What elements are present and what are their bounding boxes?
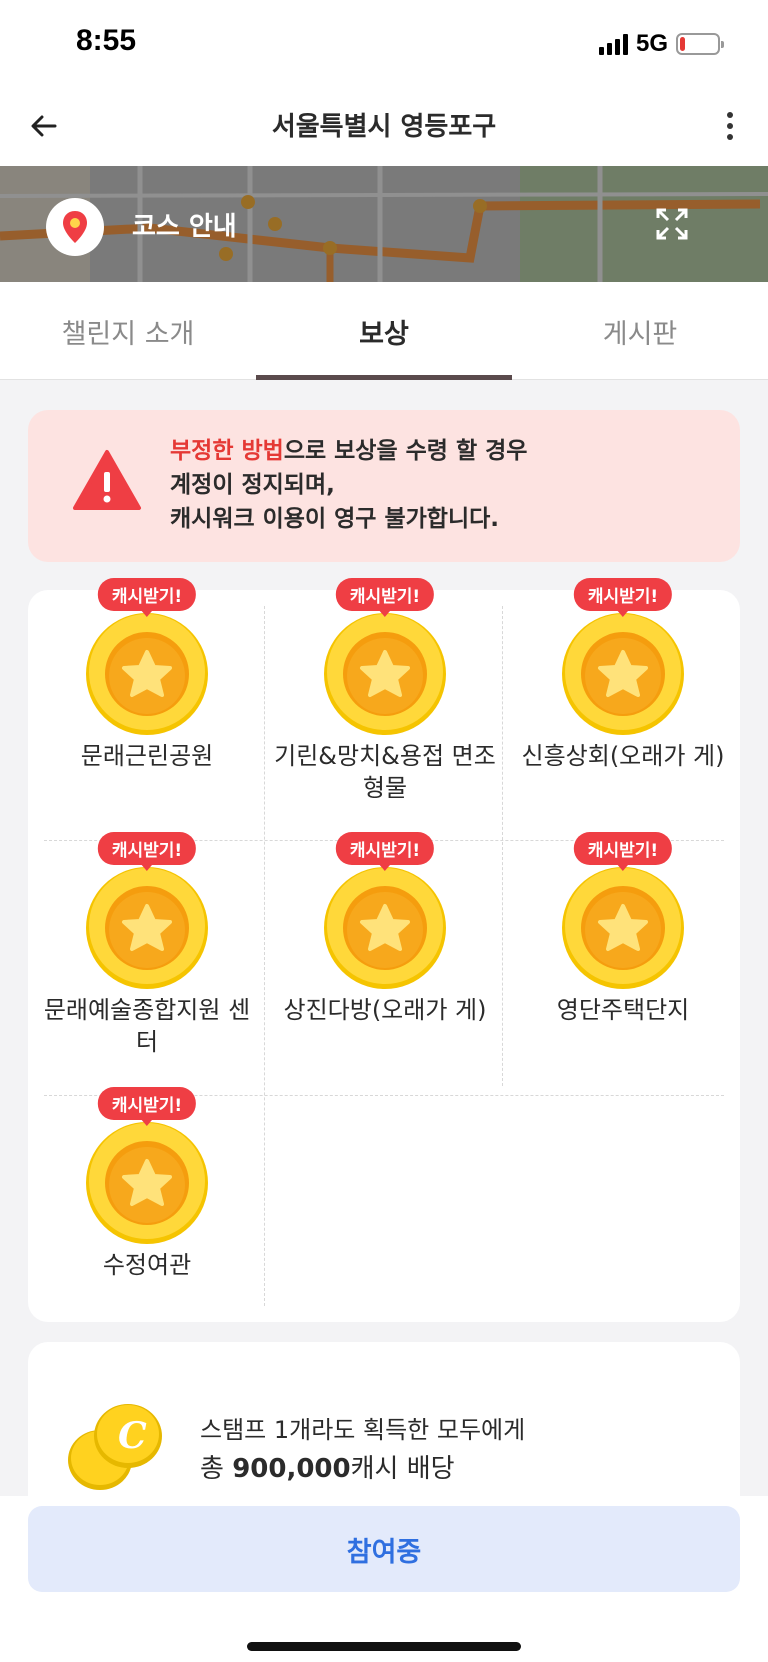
stamp-item[interactable]: 캐시받기! 문래근린공원 <box>28 578 266 828</box>
warning-triangle-icon <box>73 450 141 510</box>
stamp-item[interactable]: 캐시받기! 신흥상회(오래가 게) <box>504 578 742 828</box>
stamp-label: 상진다방(오래가 게) <box>283 996 487 1024</box>
active-tab-indicator <box>256 375 512 380</box>
get-cash-badge[interactable]: 캐시받기! <box>335 578 435 617</box>
get-cash-badge[interactable]: 캐시받기! <box>573 578 673 617</box>
more-options-button[interactable] <box>706 102 754 150</box>
stamp-item[interactable]: 캐시받기! 영단주택단지 <box>504 832 742 1082</box>
page-title: 서울특별시 영등포구 <box>271 112 497 142</box>
warning-banner: 부정한 방법으로 보상을 수령 할 경우 계정이 정지되며, 캐시워크 이용이 … <box>28 410 740 562</box>
stamp-item[interactable]: 캐시받기! 기린&망치&용접 면조형물 <box>266 578 504 828</box>
stamp-label: 신흥상회(오래가 게) <box>521 742 725 770</box>
reward-amount: 900,000 <box>232 1454 351 1484</box>
stamp-label: 영단주택단지 <box>556 996 690 1024</box>
warning-highlight: 부정한 방법 <box>170 438 284 464</box>
star-coin-icon <box>561 612 685 740</box>
network-type: 5G <box>635 30 668 57</box>
tab-challenge-intro[interactable]: 챌린지 소개 <box>0 282 256 380</box>
tab-reward[interactable]: 보상 <box>256 282 512 380</box>
expand-icon[interactable] <box>652 204 692 244</box>
stamp-item[interactable]: 캐시받기! 문래예술종합지원 센터 <box>28 832 266 1082</box>
get-cash-badge[interactable]: 캐시받기! <box>97 578 197 617</box>
star-coin-icon <box>85 1121 209 1249</box>
cash-coins-icon: C <box>68 1404 162 1490</box>
star-coin-icon <box>323 866 447 994</box>
tab-bar: 챌린지 소개 보상 게시판 <box>0 282 768 380</box>
home-indicator <box>247 1642 521 1651</box>
stamp-label: 문래근린공원 <box>80 742 214 770</box>
get-cash-badge[interactable]: 캐시받기! <box>97 1087 197 1126</box>
stamp-label: 문래예술종합지원 센터 <box>43 996 251 1056</box>
get-cash-badge[interactable]: 캐시받기! <box>335 832 435 871</box>
course-guide-label: 코스 안내 <box>132 212 237 242</box>
reward-info-card: C 스탬프 1개라도 획득한 모두에게 총 900,000캐시 배당 <box>28 1342 740 1512</box>
stamp-label: 수정여관 <box>102 1251 192 1279</box>
signal-icon <box>598 33 628 55</box>
reward-line-2: 총 900,000캐시 배당 <box>200 1454 455 1484</box>
status-bar: 8:55 5G <box>0 0 768 88</box>
svg-text:C: C <box>118 1415 147 1457</box>
bottom-bar: 참여중 <box>0 1496 768 1662</box>
tab-board[interactable]: 게시판 <box>512 282 768 380</box>
status-time: 8:55 <box>76 24 137 57</box>
app-header: 서울특별시 영등포구 <box>0 88 768 166</box>
reward-line-1: 스탬프 1개라도 획득한 모두에게 <box>200 1416 526 1444</box>
battery-icon <box>676 33 724 55</box>
get-cash-badge[interactable]: 캐시받기! <box>573 832 673 871</box>
course-map-banner[interactable]: 코스 안내 <box>0 166 768 282</box>
stamp-item[interactable]: 캐시받기! 수정여관 <box>28 1087 266 1337</box>
star-coin-icon <box>85 612 209 740</box>
participating-button[interactable]: 참여중 <box>28 1506 740 1592</box>
star-coin-icon <box>561 866 685 994</box>
warning-text: 부정한 방법으로 보상을 수령 할 경우 계정이 정지되며, 캐시워크 이용이 … <box>170 438 528 532</box>
status-indicators: 5G <box>598 30 724 58</box>
more-vertical-icon <box>727 112 733 118</box>
get-cash-badge[interactable]: 캐시받기! <box>97 832 197 871</box>
stamp-grid: 캐시받기! 문래근린공원 캐시받기! 기린&망치&용접 면조형물 캐시받기! 신흥상회(오… <box>28 578 742 1322</box>
stamp-label: 기린&망치&용접 면조형물 <box>274 742 496 802</box>
star-coin-icon <box>323 612 447 740</box>
location-pin-icon <box>46 198 104 256</box>
star-coin-icon <box>85 866 209 994</box>
stamp-item[interactable]: 캐시받기! 상진다방(오래가 게) <box>266 832 504 1082</box>
